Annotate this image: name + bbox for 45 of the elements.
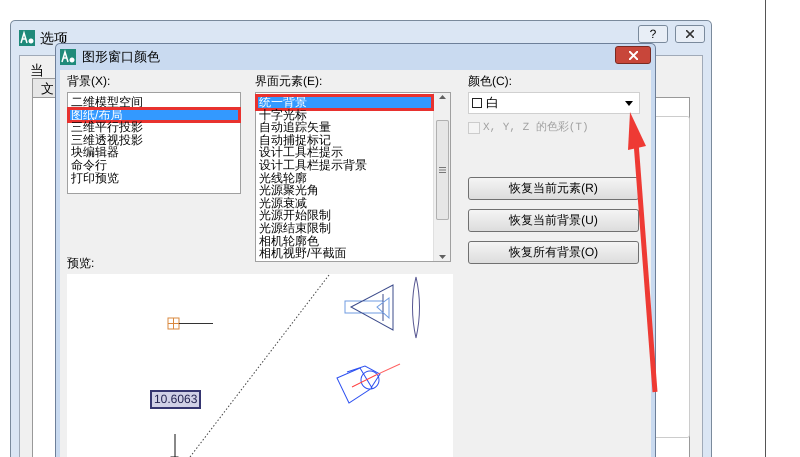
checkbox-label: X, Y, Z 的色彩(T): [483, 120, 589, 136]
list-item[interactable]: 自动捕捉标记: [257, 134, 432, 146]
scroll-thumb[interactable]: [436, 120, 448, 220]
list-item[interactable]: 光源聚光角: [257, 184, 432, 197]
color-dropdown[interactable]: 白: [468, 92, 640, 114]
list-item[interactable]: 二维模型空间: [69, 96, 239, 109]
list-item[interactable]: 自动追踪矢量: [257, 121, 432, 134]
app-logo-icon: [60, 49, 76, 65]
list-item[interactable]: 命令行: [69, 158, 239, 172]
close-button[interactable]: [675, 25, 705, 43]
close-icon: [686, 30, 694, 38]
app-logo-icon: [19, 30, 35, 46]
list-item[interactable]: 光线轮廓: [257, 172, 432, 184]
list-item[interactable]: 光源开始限制: [257, 209, 432, 222]
scroll-down-icon[interactable]: [438, 255, 446, 259]
dropdown-arrow-icon: [625, 100, 633, 106]
preview-label: 预览:: [67, 255, 94, 272]
list-item[interactable]: 相机轮廓色: [257, 234, 432, 248]
color-label: 颜色(C):: [468, 73, 513, 90]
list-item[interactable]: 光源结束限制: [257, 222, 432, 235]
scrollbar[interactable]: [433, 93, 450, 261]
restore-button[interactable]: 恢复当前元素(R): [468, 176, 639, 200]
light-marker-drawing: [168, 318, 214, 330]
list-item[interactable]: 三维平行投影: [69, 121, 239, 134]
scroll-up-icon[interactable]: [438, 95, 446, 99]
close-icon: [628, 50, 638, 60]
restore-button[interactable]: 恢复所有背景(O): [468, 240, 639, 264]
list-item[interactable]: 块编辑器: [69, 146, 239, 159]
list-item[interactable]: 设计工具栏提示: [257, 146, 432, 159]
help-button[interactable]: ?: [638, 25, 668, 43]
list-item[interactable]: 十字光标: [257, 108, 432, 122]
list-item[interactable]: 打印预览: [69, 172, 239, 184]
list-item[interactable]: 三维透视投影: [69, 134, 239, 146]
grip-icon: [438, 167, 446, 173]
dialog-title: 图形窗口颜色: [82, 48, 160, 66]
interface-element-label: 界面元素(E):: [255, 73, 324, 90]
list-item[interactable]: 相机视野/平截面: [257, 247, 432, 260]
close-button[interactable]: [615, 46, 651, 64]
camera-drawing: [336, 364, 400, 404]
color-swatch: [472, 98, 482, 108]
list-item[interactable]: 设计工具栏提示背景: [257, 158, 432, 172]
profile-label: 当: [30, 61, 44, 80]
restore-button[interactable]: 恢复当前背景(U): [468, 208, 639, 232]
list-item[interactable]: 光源衰减: [257, 196, 432, 210]
dimension-value: 10.6063: [150, 390, 202, 409]
